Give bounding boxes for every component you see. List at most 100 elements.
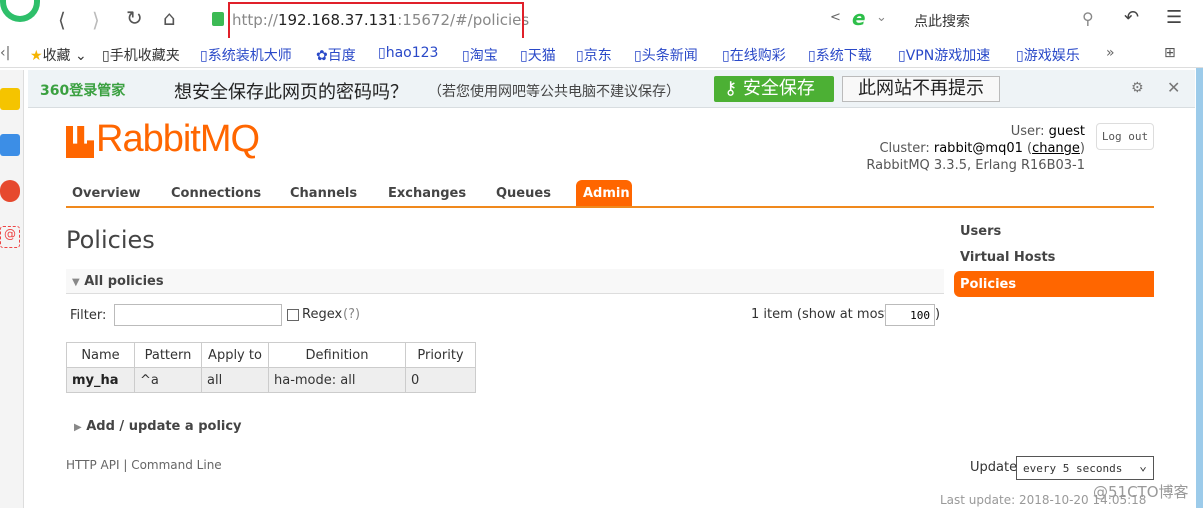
policy-name-link[interactable]: my_ha <box>66 367 135 393</box>
more-bookmarks-icon[interactable]: » <box>1106 45 1115 61</box>
command-line-link[interactable]: Command Line <box>131 458 222 472</box>
bookmark-item[interactable]: ▯京东 <box>576 45 612 65</box>
bookmark-item[interactable]: ▯手机收藏夹 <box>102 45 180 65</box>
tab-exchanges[interactable]: Exchanges <box>388 186 466 201</box>
bookmark-item[interactable]: ▯系统下载 <box>808 45 872 65</box>
bookmark-label: VPN游戏加速 <box>905 48 991 64</box>
filter-label: Filter: <box>70 308 107 323</box>
chevron-down-icon[interactable]: ⌄ <box>876 10 887 25</box>
never-for-site-button[interactable]: 此网站不再提示 <box>842 76 1000 102</box>
watermark: @51CTO博客 <box>1093 483 1189 501</box>
policy-definition: ha-mode: all <box>268 367 406 393</box>
bookmark-item[interactable]: ▯天猫 <box>520 45 556 65</box>
sidebar-item-virtual-hosts[interactable]: Virtual Hosts <box>960 250 1055 265</box>
bookmark-label: 手机收藏夹 <box>109 48 180 64</box>
mail-icon[interactable]: @ <box>0 226 20 248</box>
user-label: User: <box>1010 124 1045 139</box>
all-policies-section-header[interactable]: ▼ All policies <box>66 269 944 294</box>
tab-admin[interactable]: Admin <box>576 180 632 207</box>
password-save-bar: 360登录管家 想安全保存此网页的密码吗？ （若您使用网吧等公共电脑不建议保存）… <box>28 70 1195 108</box>
add-policy-section-header[interactable]: ▶ Add / update a policy <box>74 419 242 434</box>
tab-overview[interactable]: Overview <box>72 186 141 201</box>
chevron-down-icon: ⌄ <box>1139 459 1147 474</box>
max-items-input[interactable] <box>885 304 935 326</box>
bookmark-item[interactable]: ▯在线购彩 <box>722 45 786 65</box>
policy-apply-to: all <box>201 367 269 393</box>
bookmark-label: 京东 <box>583 48 612 64</box>
change-cluster-link[interactable]: change <box>1032 141 1080 156</box>
home-icon[interactable]: ⌂ <box>163 6 176 30</box>
gear-icon[interactable]: ⚙ <box>1131 80 1144 96</box>
favorites-star-icon[interactable] <box>0 88 20 110</box>
tab-connections[interactable]: Connections <box>171 186 261 201</box>
bookmark-item[interactable]: ✿百度 <box>316 45 356 65</box>
column-header-name: Name <box>66 342 135 368</box>
logout-button[interactable]: Log out <box>1096 123 1154 150</box>
cluster-label: Cluster: <box>879 141 930 156</box>
regex-checkbox[interactable] <box>287 309 299 321</box>
section-title: All policies <box>84 274 164 289</box>
bookmark-label: 系统下载 <box>815 48 872 64</box>
star-icon: ★ <box>30 48 43 64</box>
column-header-priority: Priority <box>405 342 476 368</box>
ie-engine-icon[interactable]: e <box>852 6 866 30</box>
item-count-end: ) <box>935 307 941 322</box>
close-icon[interactable]: ✕ <box>1167 78 1180 97</box>
sidebar-item-users[interactable]: Users <box>960 224 1001 239</box>
update-interval-select[interactable]: every 5 seconds ⌄ <box>1016 456 1154 480</box>
expand-triangle-icon: ▶ <box>74 422 82 433</box>
user-info: User: guest Cluster: rabbit@mq01 (change… <box>866 124 1085 173</box>
logo-text: RabbitMQ <box>96 118 260 160</box>
column-header-pattern: Pattern <box>134 342 202 368</box>
back-icon[interactable]: ⟨ <box>58 8 66 32</box>
tab-queues[interactable]: Queues <box>496 186 551 201</box>
undo-icon[interactable]: ↶ <box>1124 7 1139 28</box>
search-icon[interactable]: ⚲ <box>1082 9 1094 28</box>
bookmark-item[interactable]: ▯头条新闻 <box>634 45 698 65</box>
bookmark-label: 系统装机大师 <box>207 48 292 64</box>
table-row[interactable]: my_ha ^a all ha-mode: all 0 <box>66 367 476 393</box>
update-interval-value: every 5 seconds <box>1023 462 1123 475</box>
scrollbar[interactable] <box>1196 68 1203 508</box>
browser-logo-icon <box>0 0 40 22</box>
notes-icon[interactable] <box>0 134 20 156</box>
password-question: 想安全保存此网页的密码吗？ <box>174 82 408 103</box>
bookmark-label: 天猫 <box>527 48 556 64</box>
bookmark-item[interactable]: ▯淘宝 <box>462 45 498 65</box>
browser-toolbar: ⟨ ⟩ ↻ ⌂ http://192.168.37.131:15672/#/po… <box>0 0 1203 38</box>
regex-label: Regex <box>302 307 343 322</box>
bookmarks-left-icon[interactable]: ‹| <box>0 45 10 61</box>
weibo-icon[interactable] <box>0 180 20 202</box>
column-header-definition: Definition <box>268 342 406 368</box>
bookmark-item[interactable]: ▯VPN游戏加速 <box>898 45 990 65</box>
filter-input[interactable] <box>114 304 282 326</box>
nav-divider <box>66 206 1154 208</box>
footer-links: HTTP API | Command Line <box>66 458 222 472</box>
password-manager-brand: 360登录管家 <box>40 83 126 99</box>
policy-pattern: ^a <box>134 367 202 393</box>
bookmark-item[interactable]: ▯游戏娱乐 <box>1016 45 1080 65</box>
bookmark-item[interactable]: ▯hao123 <box>378 45 438 61</box>
regex-help-link[interactable]: (?) <box>343 307 360 322</box>
column-header-apply-to: Apply to <box>201 342 269 368</box>
bookmarks-bar: ‹| ★收藏 ⌄ ▯手机收藏夹 ▯系统装机大师 ✿百度 ▯hao123 ▯淘宝 … <box>0 38 1203 68</box>
tab-channels[interactable]: Channels <box>290 186 357 201</box>
key-icon: ⚷ <box>724 78 738 99</box>
reload-icon[interactable]: ↻ <box>126 6 143 30</box>
bookmark-item[interactable]: ★收藏 ⌄ <box>30 45 87 65</box>
share-icon[interactable]: < <box>830 10 841 25</box>
policies-table: Name Pattern Apply to Definition Priorit… <box>66 342 476 393</box>
item-count: 1 item (show at most <box>751 307 890 322</box>
http-api-link[interactable]: HTTP API <box>66 458 120 472</box>
save-password-button[interactable]: ⚷ 安全保存 <box>714 76 834 102</box>
save-password-label: 安全保存 <box>742 78 815 99</box>
bookmark-item[interactable]: ▯系统装机大师 <box>200 45 292 65</box>
sidebar-item-label: Policies <box>960 277 1017 292</box>
sidebar-item-policies[interactable]: Policies <box>954 271 1154 297</box>
apps-grid-icon[interactable]: ⊞ <box>1164 45 1176 61</box>
secure-shield-icon <box>212 12 224 26</box>
user-name: guest <box>1048 124 1085 139</box>
search-input[interactable]: 点此搜索 <box>914 11 970 31</box>
menu-icon[interactable]: ☰ <box>1166 7 1182 28</box>
forward-icon[interactable]: ⟩ <box>92 8 100 32</box>
